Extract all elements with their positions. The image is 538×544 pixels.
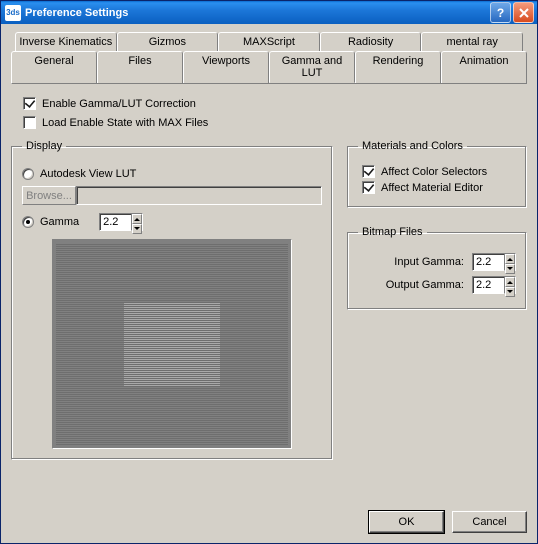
window-title: Preference Settings — [25, 7, 490, 19]
output-gamma-input[interactable] — [472, 276, 504, 294]
enable-gamma-checkbox[interactable] — [23, 97, 36, 110]
input-gamma-input[interactable] — [472, 253, 504, 271]
tab-general[interactable]: General — [11, 51, 97, 83]
load-state-checkbox[interactable] — [23, 116, 36, 129]
gamma-spinner[interactable] — [99, 213, 143, 231]
enable-gamma-label: Enable Gamma/LUT Correction — [42, 98, 196, 110]
tab-animation[interactable]: Animation — [441, 51, 527, 83]
display-legend: Display — [22, 140, 66, 152]
bitmap-group: Bitmap Files Input Gamma: Output Gamma — [347, 226, 527, 310]
tab-gamma-and-lut[interactable]: Gamma and LUT — [269, 51, 355, 83]
affect-editor-checkbox[interactable] — [362, 181, 375, 194]
autodesk-lut-radio[interactable] — [22, 168, 34, 180]
tab-mental-ray[interactable]: mental ray — [421, 32, 523, 51]
gamma-spinner-down[interactable] — [132, 224, 142, 234]
gamma-input[interactable] — [99, 213, 131, 231]
affect-editor-row[interactable]: Affect Material Editor — [362, 181, 516, 194]
load-state-row[interactable]: Load Enable State with MAX Files — [23, 116, 527, 129]
gamma-preview — [52, 239, 292, 449]
close-button[interactable] — [513, 2, 534, 23]
tab-radiosity[interactable]: Radiosity — [320, 32, 422, 51]
load-state-label: Load Enable State with MAX Files — [42, 117, 208, 129]
ok-button[interactable]: OK — [369, 511, 444, 533]
bitmap-legend: Bitmap Files — [358, 226, 427, 238]
cancel-button[interactable]: Cancel — [452, 511, 527, 533]
materials-group: Materials and Colors Affect Color Select… — [347, 140, 527, 208]
tab-maxscript[interactable]: MAXScript — [218, 32, 320, 51]
preview-inner — [124, 302, 220, 386]
autodesk-lut-row[interactable]: Autodesk View LUT — [22, 168, 322, 180]
gamma-radio[interactable] — [22, 216, 34, 228]
affect-selectors-row[interactable]: Affect Color Selectors — [362, 165, 516, 178]
help-button[interactable]: ? — [490, 2, 511, 23]
tab-inverse-kinematics[interactable]: Inverse Kinematics — [15, 32, 117, 51]
gamma-radio-label: Gamma — [40, 216, 79, 228]
close-icon — [519, 8, 529, 18]
input-gamma-down[interactable] — [505, 264, 515, 274]
titlebar: 3ds Preference Settings ? — [1, 1, 537, 24]
tab-viewports[interactable]: Viewports — [183, 51, 269, 83]
browse-button[interactable]: Browse... — [22, 186, 76, 205]
autodesk-lut-label: Autodesk View LUT — [40, 168, 136, 180]
affect-editor-label: Affect Material Editor — [381, 182, 483, 194]
input-gamma-label: Input Gamma: — [394, 256, 464, 268]
output-gamma-label: Output Gamma: — [386, 279, 464, 291]
materials-legend: Materials and Colors — [358, 140, 467, 152]
input-gamma-up[interactable] — [505, 254, 515, 264]
input-gamma-spinner[interactable] — [472, 253, 516, 271]
tab-gizmos[interactable]: Gizmos — [117, 32, 219, 51]
gamma-radio-row[interactable]: Gamma — [22, 216, 79, 228]
preference-settings-window: 3ds Preference Settings ? Inverse Kinema… — [0, 0, 538, 544]
output-gamma-spinner[interactable] — [472, 276, 516, 294]
output-gamma-down[interactable] — [505, 287, 515, 297]
affect-selectors-checkbox[interactable] — [362, 165, 375, 178]
app-icon: 3ds — [5, 5, 21, 21]
gamma-spinner-up[interactable] — [132, 214, 142, 224]
tab-rendering[interactable]: Rendering — [355, 51, 441, 83]
display-group: Display Autodesk View LUT Browse... Gamm… — [11, 140, 333, 460]
tabs-container: Inverse Kinematics Gizmos MAXScript Radi… — [11, 32, 527, 84]
lut-path-field — [76, 186, 322, 205]
output-gamma-up[interactable] — [505, 277, 515, 287]
affect-selectors-label: Affect Color Selectors — [381, 166, 487, 178]
enable-gamma-row[interactable]: Enable Gamma/LUT Correction — [23, 97, 527, 110]
tab-files[interactable]: Files — [97, 51, 183, 83]
